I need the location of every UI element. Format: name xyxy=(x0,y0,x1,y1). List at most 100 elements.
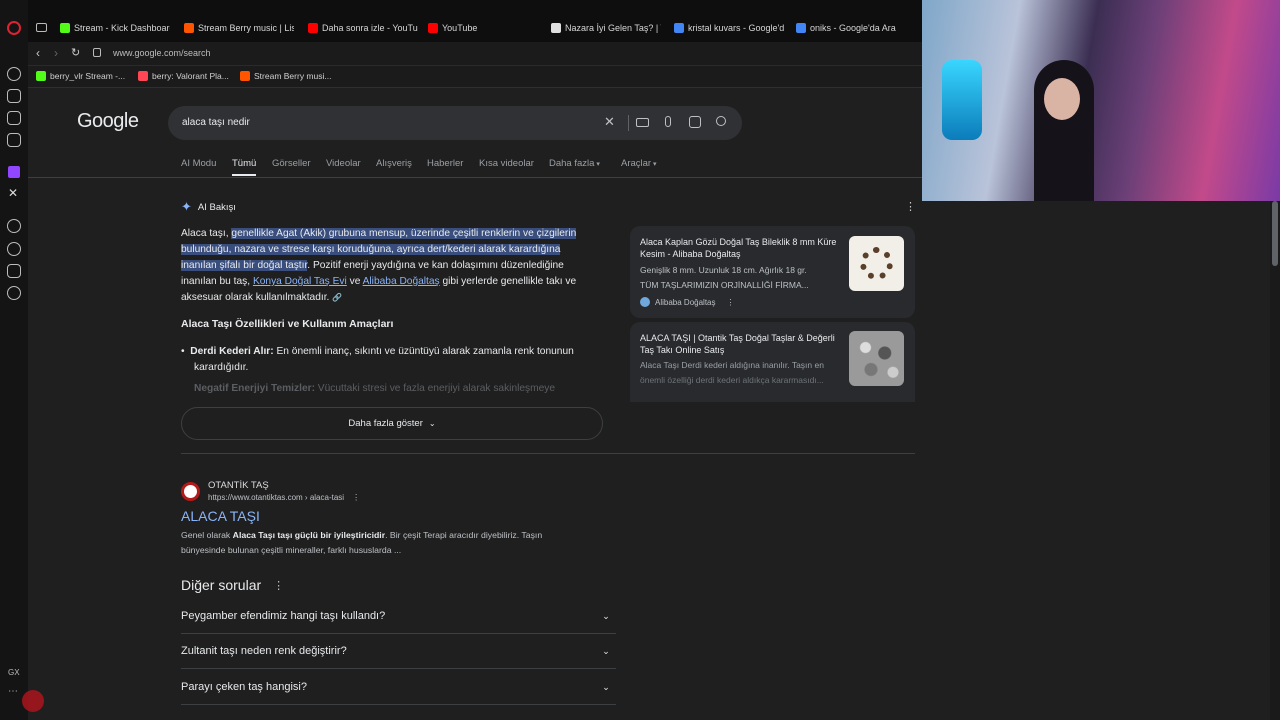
scrollbar[interactable] xyxy=(1270,201,1280,720)
history-icon[interactable] xyxy=(7,242,21,256)
search-tab[interactable]: Araçlar ▾ xyxy=(621,158,657,169)
bookmark-item[interactable]: berry_vlr Stream -... xyxy=(36,71,125,81)
card-1-desc1: Genişlik 8 mm. Uzunluk 18 cm. Ağırlık 18… xyxy=(640,265,807,275)
tab-favicon-icon xyxy=(60,23,70,33)
player-icon[interactable] xyxy=(7,219,21,233)
ai-text-and: ve xyxy=(346,276,363,287)
search-tab[interactable]: Görseller xyxy=(272,158,311,169)
search-icon[interactable] xyxy=(716,116,726,126)
extensions-icon[interactable] xyxy=(7,264,21,278)
bookmark-label: berry: Valorant Pla... xyxy=(152,71,229,81)
gx-label[interactable]: GX xyxy=(8,668,20,677)
result-url[interactable]: https://www.otantiktas.com › alaca-tasi … xyxy=(208,493,360,502)
messenger-icon[interactable] xyxy=(7,133,21,147)
tab[interactable]: Stream Berry music | Lis xyxy=(184,19,294,37)
search-tab[interactable]: Tümü xyxy=(232,158,257,176)
back-icon[interactable]: ‹ xyxy=(36,46,40,60)
search-tab[interactable]: AI Modu xyxy=(181,158,216,169)
ai-text-rest-3: gibi yerlerde genellikle takı ve xyxy=(439,276,577,287)
tab[interactable]: Daha sonra izle - YouTub xyxy=(308,19,418,37)
tab-favicon-icon xyxy=(551,23,561,33)
bookmark-item[interactable]: berry: Valorant Pla... xyxy=(138,71,229,81)
paa-question[interactable]: Peygamber efendimiz hangi taşı kullandı?… xyxy=(181,599,616,634)
forward-icon[interactable]: › xyxy=(54,46,58,60)
chevron-down-icon[interactable]: ⌄ xyxy=(596,606,616,626)
ai-overview-menu-icon[interactable]: ⋮ xyxy=(905,200,916,213)
chevron-down-icon[interactable]: ⌄ xyxy=(596,677,616,697)
active-tab-underline xyxy=(232,174,257,176)
dropdown-caret-icon: ▾ xyxy=(594,161,600,168)
url-field[interactable]: www.google.com/search xyxy=(113,48,211,58)
more-icon[interactable]: ⋯ xyxy=(8,686,18,697)
ai-overview-header: ✦ AI Bakışı xyxy=(181,199,236,215)
card-2-desc2: önemli özelliği derdi kederi aldıkça kar… xyxy=(640,375,824,385)
search-tab[interactable]: Alışveriş xyxy=(376,158,412,169)
tab[interactable]: kristal kuvars - Google'd xyxy=(674,19,784,37)
tab[interactable]: Nazara İyi Gelen Taş? | T xyxy=(551,19,661,37)
search-tab-label: Videolar xyxy=(326,158,361,169)
search-tab[interactable]: Kısa videolar xyxy=(479,158,534,169)
opera-logo-icon[interactable] xyxy=(7,21,21,35)
x-icon[interactable]: ✕ xyxy=(8,186,18,200)
show-more-label: Daha fazla göster xyxy=(348,418,423,429)
scrollbar-thumb[interactable] xyxy=(1272,201,1278,266)
bookmark-item[interactable]: Stream Berry musi... xyxy=(240,71,331,81)
tab[interactable]: Stream - Kick Dashboard xyxy=(60,19,170,37)
tab-favicon-icon xyxy=(674,23,684,33)
search-tab-label: Kısa videolar xyxy=(479,158,534,169)
card-1-title[interactable]: Alaca Kaplan Gözü Doğal Taş Bileklik 8 m… xyxy=(640,236,846,260)
workspace-icon[interactable] xyxy=(36,23,47,32)
bracelet-image xyxy=(849,236,904,291)
clear-icon[interactable]: ✕ xyxy=(604,114,615,130)
keyboard-icon[interactable] xyxy=(636,118,649,127)
card-1-source-label: Alibaba Doğaltaş xyxy=(655,297,716,307)
search-tab-label: AI Modu xyxy=(181,158,217,169)
paa-menu-icon[interactable]: ⋮ xyxy=(273,579,284,592)
tab-label: Nazara İyi Gelen Taş? | T xyxy=(565,23,661,33)
bookmark-favicon-icon xyxy=(36,71,46,81)
search-tab-label: Araçlar xyxy=(621,158,652,169)
bag-icon[interactable] xyxy=(7,89,21,103)
twitch-icon[interactable] xyxy=(8,166,20,178)
reload-icon[interactable]: ↻ xyxy=(71,46,80,59)
bullet-1-bold: Derdi Kederi Alır: xyxy=(190,346,274,357)
card-2-title[interactable]: ALACA TAŞI | Otantik Taş Doğal Taşlar & … xyxy=(640,332,846,356)
tab[interactable]: oniks - Google'da Ara xyxy=(796,19,906,37)
search-tab[interactable]: Haberler xyxy=(427,158,463,169)
tab-favicon-icon xyxy=(308,23,318,33)
alibaba-link[interactable]: Alibaba Doğaltaş xyxy=(363,276,440,287)
link-icon[interactable]: 🔗 xyxy=(332,293,342,302)
settings-icon[interactable] xyxy=(7,286,21,300)
side-card-1[interactable]: Alaca Kaplan Gözü Doğal Taş Bileklik 8 m… xyxy=(630,226,915,318)
show-more-button[interactable]: Daha fazla göster ⌄ xyxy=(181,407,603,440)
search-tab[interactable]: Daha fazla ▾ xyxy=(549,158,600,169)
mic-icon[interactable] xyxy=(665,116,671,127)
side-card-2[interactable]: ALACA TAŞI | Otantik Taş Doğal Taşlar & … xyxy=(630,322,915,402)
lens-icon[interactable] xyxy=(689,116,701,128)
result-url-text[interactable]: https://www.otantiktas.com › alaca-tasi xyxy=(208,493,344,502)
search-input[interactable]: alaca taşı nedir xyxy=(182,117,250,128)
card-2-desc1: Alaca Taşı Derdi kederi aldığına inanılı… xyxy=(640,360,824,370)
card-1-menu-icon[interactable]: ⋮ xyxy=(726,298,734,307)
google-logo[interactable]: Google xyxy=(77,110,139,133)
paa-question[interactable]: Zultanit taşı neden renk değiştirir? ⌄ xyxy=(181,634,616,669)
result-menu-icon[interactable]: ⋮ xyxy=(352,493,360,502)
tab-favicon-icon xyxy=(428,23,438,33)
result-title[interactable]: ALACA TAŞI xyxy=(181,508,260,524)
result-site[interactable]: OTANTİK TAŞ xyxy=(208,480,269,491)
chevron-down-icon[interactable]: ⌄ xyxy=(596,641,616,661)
search-tab[interactable]: Videolar xyxy=(326,158,361,169)
news-icon[interactable] xyxy=(7,111,21,125)
speed-dial-icon[interactable] xyxy=(7,67,21,81)
tab-label: Stream Berry music | Lis xyxy=(198,23,294,33)
ai-text-rest-2: inanılan bu taş, xyxy=(181,276,253,287)
chevron-down-icon: ⌄ xyxy=(428,419,436,428)
tab[interactable]: YouTube xyxy=(428,19,498,37)
search-tab-label: Daha fazla xyxy=(549,158,595,169)
result-favicon-icon xyxy=(181,482,200,501)
paa-question[interactable]: Parayı çeken taş hangisi? ⌄ xyxy=(181,670,616,705)
bookmark-label: berry_vlr Stream -... xyxy=(50,71,126,81)
konya-link[interactable]: Konya Doğal Taş Evi xyxy=(253,276,347,287)
search-box[interactable]: alaca taşı nedir ✕ xyxy=(168,106,742,140)
result-snippet: Genel olarak Alaca Taşı taşı güçlü bir i… xyxy=(181,528,611,558)
